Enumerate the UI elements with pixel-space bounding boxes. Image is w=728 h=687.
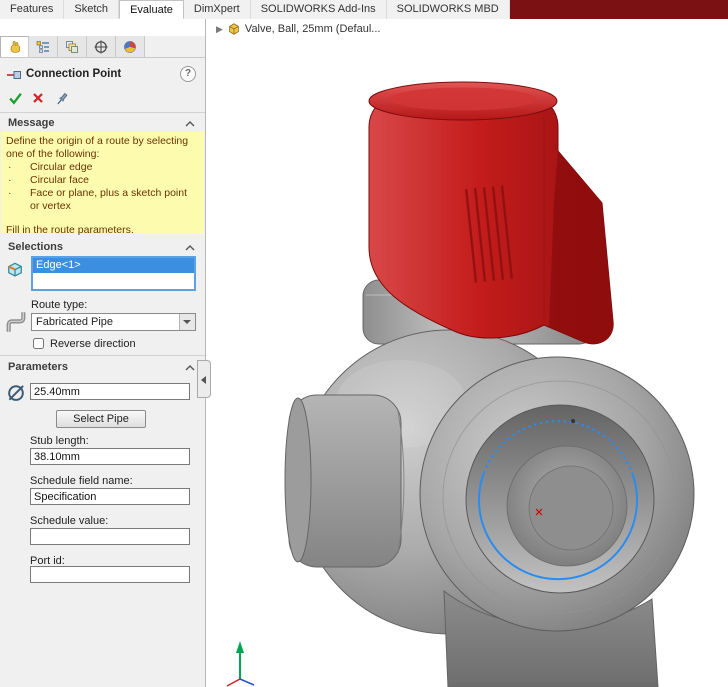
tab-display-manager[interactable] (116, 36, 145, 57)
message-bullet: · Circular edge (6, 161, 199, 174)
valve-model[interactable] (206, 19, 728, 687)
graphics-area[interactable]: ▶ Valve, Ball, 25mm (Defaul... (205, 19, 728, 687)
bullet-marker: · (6, 187, 30, 213)
collapse-chevron-icon[interactable] (185, 121, 195, 127)
manager-tab-strip (0, 36, 205, 58)
bullet-text: Face or plane, plus a sketch point or ve… (30, 187, 199, 213)
dimxpert-manager-icon (93, 39, 109, 55)
valve-front-port[interactable] (420, 357, 694, 631)
bullet-marker: · (6, 174, 30, 187)
feature-tree-flyout[interactable]: ▶ Valve, Ball, 25mm (Defaul... (216, 22, 380, 36)
section-label: Message (8, 117, 54, 129)
stub-length-label: Stub length: (30, 435, 89, 447)
schedule-value-field[interactable] (30, 528, 190, 545)
message-intro: Define the origin of a route by selectin… (6, 135, 199, 161)
connection-point-marker (571, 419, 575, 423)
diameter-field[interactable] (30, 383, 190, 400)
tab-sketch[interactable]: Sketch (64, 0, 119, 19)
port-id-field[interactable] (30, 566, 190, 583)
bullet-text: Circular edge (30, 161, 199, 174)
message-footer: Fill in the route parameters. (6, 224, 199, 237)
section-header-selections[interactable]: Selections (0, 240, 205, 256)
panel-collapse-tab[interactable] (197, 360, 211, 398)
tab-feature-manager[interactable] (29, 36, 58, 57)
stub-length-field[interactable] (30, 448, 190, 465)
panel-top-gap (0, 19, 205, 36)
tab-property-manager[interactable] (0, 36, 29, 57)
collapse-chevron-icon[interactable] (185, 365, 195, 371)
route-pipe-icon (5, 311, 27, 333)
page-title: Connection Point (26, 68, 121, 80)
bullet-text: Circular face (30, 174, 199, 187)
connection-point-icon (6, 67, 22, 83)
feature-manager-icon (35, 39, 51, 55)
tree-expand-arrow-icon[interactable]: ▶ (216, 24, 223, 35)
section-header-parameters[interactable]: Parameters (0, 360, 205, 376)
message-bullet: · Face or plane, plus a sketch point or … (6, 187, 199, 213)
property-manager-hand-icon (7, 39, 23, 55)
section-header-message[interactable]: Message (0, 116, 205, 132)
tab-solidworks-mbd[interactable]: SOLIDWORKS MBD (387, 0, 510, 19)
tab-dimxpert-manager[interactable] (87, 36, 116, 57)
reverse-direction-checkbox[interactable] (33, 338, 44, 349)
property-manager-panel: Connection Point ? Message (0, 19, 205, 687)
divider (0, 112, 205, 113)
tab-features[interactable]: Features (0, 0, 64, 19)
ok-button[interactable] (8, 91, 23, 106)
message-bullet: · Circular face (6, 174, 199, 187)
route-type-label: Route type: (31, 299, 87, 311)
command-manager-tabs: Features Sketch Evaluate DimXpert SOLIDW… (0, 0, 728, 20)
solidworks-window: Features Sketch Evaluate DimXpert SOLIDW… (0, 0, 728, 687)
part-icon (227, 22, 241, 36)
reverse-direction-label: Reverse direction (50, 338, 136, 350)
route-type-dropdown[interactable]: Fabricated Pipe (31, 313, 196, 331)
cancel-button[interactable] (31, 91, 45, 105)
display-manager-icon (122, 39, 138, 55)
schedule-field-name-label: Schedule field name: (30, 475, 133, 487)
section-label: Selections (8, 241, 63, 253)
dropdown-button[interactable] (179, 314, 195, 330)
collapse-chevron-icon[interactable] (185, 245, 195, 251)
bullet-marker: · (6, 161, 30, 174)
titlebar-red-strip (510, 0, 728, 19)
divider (0, 355, 205, 356)
chevron-down-icon (183, 320, 191, 324)
section-label: Parameters (8, 361, 68, 373)
message-box: Define the origin of a route by selectin… (1, 132, 204, 234)
configuration-manager-icon (64, 39, 80, 55)
help-icon[interactable]: ? (180, 66, 196, 82)
property-manager-header: Connection Point ? (0, 65, 205, 85)
selection-list-item[interactable]: Edge<1> (33, 258, 194, 273)
feature-tree-node-label[interactable]: Valve, Ball, 25mm (Defaul... (245, 23, 381, 35)
diameter-icon (5, 381, 27, 403)
route-type-value: Fabricated Pipe (36, 316, 113, 328)
schedule-value-label: Schedule value: (30, 515, 108, 527)
tab-solidworks-add-ins[interactable]: SOLIDWORKS Add-Ins (251, 0, 387, 19)
tab-dimxpert[interactable]: DimXpert (184, 0, 251, 19)
schedule-field-name-field[interactable] (30, 488, 190, 505)
tab-evaluate[interactable]: Evaluate (119, 0, 184, 19)
select-pipe-button[interactable]: Select Pipe (56, 410, 146, 428)
property-manager-actions (0, 89, 205, 109)
edge-selection-icon (5, 259, 25, 279)
chevron-left-icon (201, 376, 206, 384)
tab-configuration-manager[interactable] (58, 36, 87, 57)
pin-icon[interactable] (54, 91, 70, 107)
selection-listbox[interactable]: Edge<1> (31, 256, 196, 291)
orientation-triad (227, 641, 254, 686)
valve-handle[interactable] (369, 82, 613, 344)
